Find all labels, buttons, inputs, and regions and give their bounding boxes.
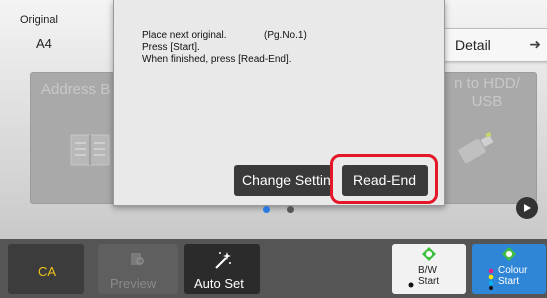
original-size-value[interactable]: A4	[36, 36, 52, 51]
change-settings-label: Change Settin	[242, 172, 331, 188]
page-indicator-idle	[287, 206, 294, 213]
next-page-button[interactable]	[516, 197, 538, 219]
black-dot-icon	[408, 282, 414, 288]
preview-icon	[131, 253, 144, 265]
copy-screen: Original A4 Detail ➜ Address B n to HDD/…	[0, 0, 547, 298]
colour-start-text: Start	[498, 276, 520, 287]
cmyk-dots-icon	[488, 268, 494, 290]
colour-start-button[interactable]: Colour Start	[472, 244, 546, 294]
bw-start-button[interactable]: B/W Start	[392, 244, 466, 294]
address-book-label: Address B	[41, 81, 111, 98]
auto-set-label: Auto Set	[194, 276, 244, 291]
page-number: (Pg.No.1)	[264, 30, 307, 41]
preview-button[interactable]: Preview	[98, 244, 178, 294]
scan-to-hdd-label-line2: USB	[471, 93, 503, 110]
scan-to-hdd-label-line1: n to HDD/	[454, 75, 520, 92]
bw-start-text: Start	[418, 276, 440, 287]
usb-icon	[458, 131, 494, 164]
bw-label: B/W	[418, 265, 437, 276]
colour-start-label: Colour Start	[498, 265, 527, 287]
start-icon	[422, 247, 436, 261]
read-end-button[interactable]: Read-End	[342, 165, 428, 196]
dialog-message-line2: Press [Start].	[142, 42, 200, 53]
scan-to-hdd-usb-label: n to HDD/ USB	[444, 75, 530, 111]
play-icon	[524, 204, 531, 212]
next-original-dialog: Place next original. (Pg.No.1) Press [St…	[113, 0, 445, 206]
bw-start-label: B/W Start	[418, 265, 439, 287]
start-icon	[502, 247, 516, 261]
dialog-message-line1: Place next original.	[142, 30, 227, 41]
clear-all-button[interactable]: CA	[8, 244, 84, 294]
detail-button[interactable]: Detail ➜	[440, 28, 547, 62]
arrow-right-icon: ➜	[529, 36, 541, 52]
address-book-icon	[70, 134, 110, 166]
auto-set-button[interactable]: Auto Set	[184, 244, 260, 294]
colour-label: Colour	[498, 265, 528, 276]
detail-label: Detail	[455, 37, 491, 53]
page-indicator-active	[263, 206, 270, 213]
magic-wand-icon	[215, 252, 231, 269]
dialog-message-line3: When finished, press [Read-End].	[142, 54, 292, 65]
change-settings-button[interactable]: Change Settin	[234, 165, 332, 196]
original-label: Original	[20, 14, 58, 26]
preview-label: Preview	[110, 276, 157, 291]
read-end-label: Read-End	[353, 172, 417, 188]
clear-all-label: CA	[38, 264, 57, 279]
